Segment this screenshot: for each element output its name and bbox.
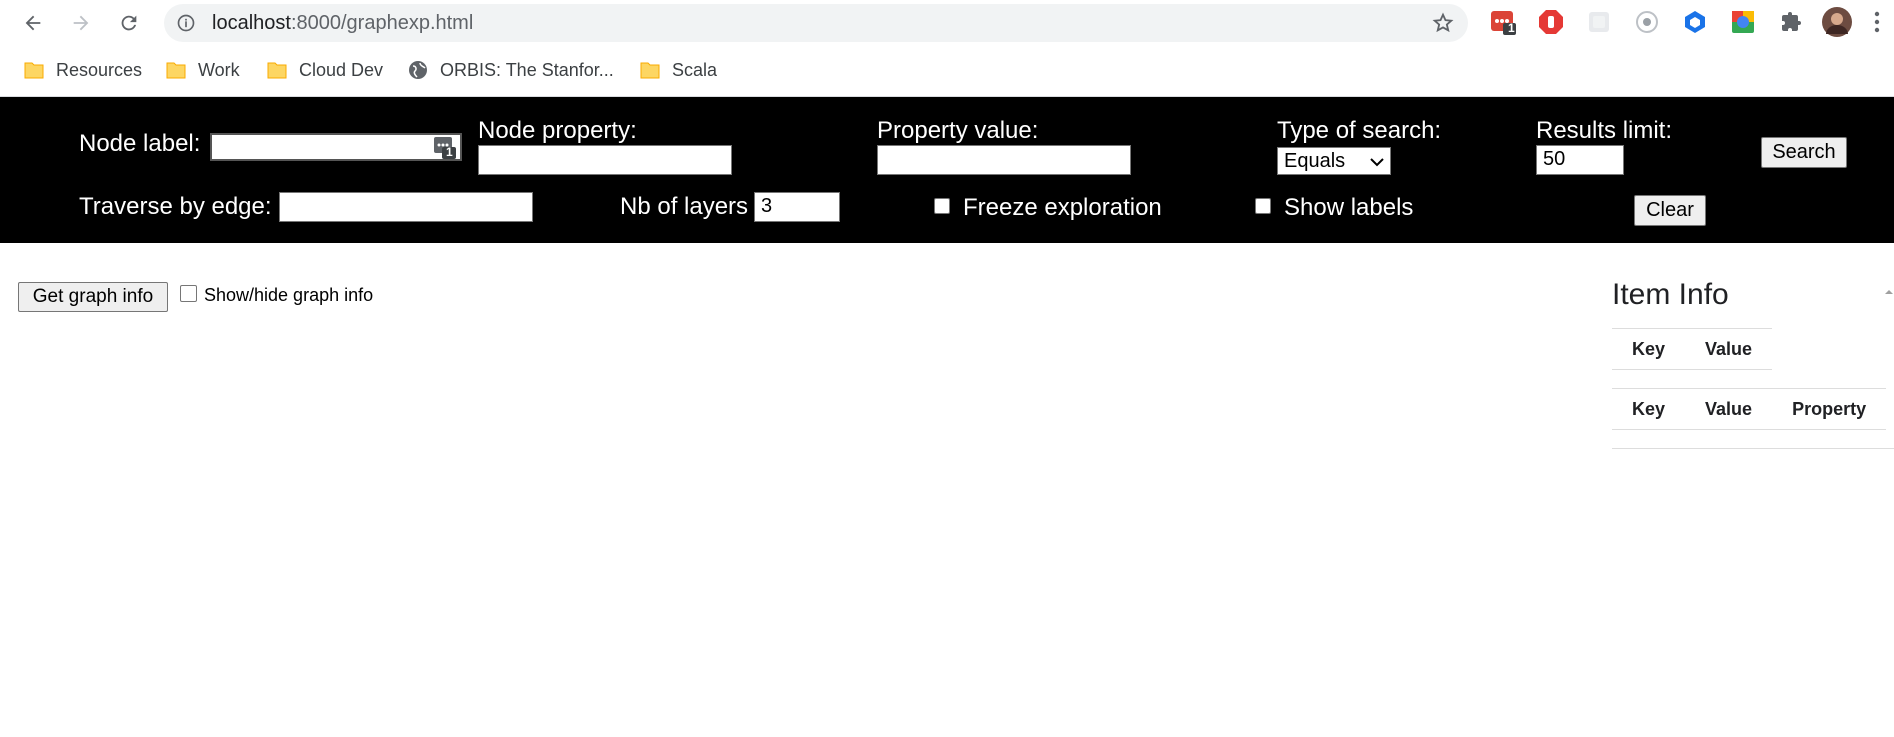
- nb-of-layers-value: 3: [761, 195, 773, 217]
- bookmark-star-icon[interactable]: [1432, 12, 1454, 39]
- extensions-puzzle-icon[interactable]: [1776, 7, 1806, 37]
- clear-button[interactable]: Clear: [1634, 195, 1706, 226]
- bookmarks-bar: Resources Work Cloud Dev ORBIS: The Stan…: [0, 52, 1894, 88]
- show-labels-checkbox[interactable]: [1255, 198, 1271, 214]
- table-header-value: Value: [1685, 388, 1773, 430]
- folder-icon: [640, 61, 660, 79]
- results-limit-input[interactable]: 50: [1536, 145, 1624, 175]
- folder-icon: [166, 61, 186, 79]
- folder-icon: [267, 61, 287, 79]
- autofill-key-icon[interactable]: 1: [434, 137, 456, 165]
- extension-badge: 1: [1508, 21, 1515, 35]
- bookmark-scala[interactable]: Scala: [640, 56, 717, 84]
- node-label-label: Node label:: [79, 130, 201, 157]
- extension-todo-icon[interactable]: 1: [1488, 7, 1518, 37]
- browser-chrome: localhost:8000/graphexp.html 1 Resources: [0, 0, 1894, 97]
- node-label-input[interactable]: 1: [210, 133, 462, 161]
- item-info-table: Key Value: [1612, 328, 1773, 370]
- autofill-badge: 1: [446, 145, 453, 159]
- table-header-row: Key Value Property: [1612, 388, 1887, 430]
- bookmark-cloud-dev[interactable]: Cloud Dev: [267, 56, 383, 84]
- nb-of-layers-label: Nb of layers: [620, 193, 749, 220]
- property-value-input[interactable]: [877, 145, 1131, 175]
- type-of-search-value: Equals: [1284, 149, 1346, 172]
- show-hide-graph-info-label: Show/hide graph info: [204, 285, 374, 305]
- search-button[interactable]: Search: [1761, 137, 1847, 168]
- table-header-value: Value: [1685, 328, 1773, 370]
- bookmark-label: Scala: [672, 59, 718, 80]
- bookmark-label: Resources: [56, 59, 143, 80]
- table-header-row: Key Value: [1612, 328, 1773, 370]
- extension-cube-icon[interactable]: [1680, 7, 1710, 37]
- folder-icon: [24, 61, 44, 79]
- extension-google-icon[interactable]: [1728, 7, 1758, 37]
- info-icon[interactable]: [176, 13, 196, 38]
- address-bar[interactable]: localhost:8000/graphexp.html: [164, 4, 1468, 42]
- results-limit-label: Results limit:: [1536, 117, 1673, 144]
- url-text: localhost:8000/graphexp.html: [212, 12, 473, 35]
- menu-kebab-icon[interactable]: [1862, 7, 1892, 37]
- search-toolbar: Node label: 1 Node property: Property va…: [0, 97, 1894, 243]
- item-properties-table: Key Value Property: [1612, 388, 1887, 430]
- show-hide-graph-info-checkbox[interactable]: [180, 285, 197, 302]
- bookmark-label: Cloud Dev: [299, 59, 384, 80]
- globe-icon: [408, 60, 428, 80]
- traverse-by-edge-label: Traverse by edge:: [79, 193, 272, 220]
- main-content: Get graph info Show/hide graph info Item…: [0, 244, 1894, 737]
- table-header-key: Key: [1612, 328, 1686, 370]
- bookmark-orbis[interactable]: ORBIS: The Stanfor...: [408, 56, 614, 84]
- freeze-exploration-checkbox[interactable]: [934, 198, 950, 214]
- table-header-key: Key: [1612, 388, 1686, 430]
- bookmark-label: ORBIS: The Stanfor...: [440, 59, 614, 80]
- freeze-exploration-label: Freeze exploration: [963, 194, 1162, 221]
- traverse-by-edge-input[interactable]: [279, 192, 533, 222]
- table-header-property: Property: [1772, 388, 1887, 430]
- profile-avatar-icon[interactable]: [1822, 7, 1852, 37]
- table-divider: [1612, 448, 1894, 449]
- extension-gray-icon[interactable]: [1584, 7, 1614, 37]
- url-host: localhost: [212, 12, 291, 34]
- back-icon[interactable]: [16, 6, 50, 40]
- extension-adblock-icon[interactable]: [1536, 7, 1566, 37]
- get-graph-info-button[interactable]: Get graph info: [18, 282, 168, 312]
- nb-of-layers-input[interactable]: 3: [754, 192, 840, 222]
- bookmark-work[interactable]: Work: [166, 56, 240, 84]
- forward-icon[interactable]: [64, 6, 98, 40]
- show-labels-label: Show labels: [1284, 194, 1414, 221]
- chevron-down-icon: [1370, 150, 1384, 173]
- results-limit-value: 50: [1543, 148, 1566, 170]
- extension-camera-icon[interactable]: [1632, 7, 1662, 37]
- scroll-up-icon[interactable]: [1884, 284, 1894, 294]
- node-property-label: Node property:: [478, 117, 637, 144]
- reload-icon[interactable]: [112, 6, 146, 40]
- property-value-label: Property value:: [877, 117, 1039, 144]
- type-of-search-select[interactable]: Equals: [1277, 147, 1391, 175]
- bookmark-label: Work: [198, 59, 240, 80]
- type-of-search-label: Type of search:: [1277, 117, 1442, 144]
- item-info-title: Item Info: [1612, 278, 1729, 311]
- node-property-input[interactable]: [478, 145, 732, 175]
- url-path: :8000/graphexp.html: [290, 12, 474, 34]
- bookmark-resources[interactable]: Resources: [24, 56, 142, 84]
